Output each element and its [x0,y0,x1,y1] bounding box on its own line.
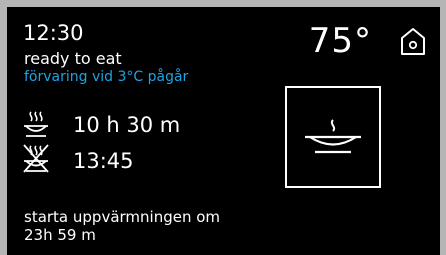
status-text: ready to eat [24,49,122,68]
clock-time: 12:30 [23,21,84,45]
end-time: 13:45 [73,149,134,173]
dish-steam-icon [21,109,51,139]
delay-start-label: starta uppvärmningen om [24,208,221,226]
oven-display-screen: 12:30 ready to eat förvaring vid 3°C påg… [7,7,440,255]
storage-status-text: förvaring vid 3°C pågår [24,69,189,85]
temperature-readout: 75° [308,21,372,61]
program-duration: 10 h 30 m [73,113,181,137]
delay-start-value: 23h 59 m [24,226,96,244]
home-button[interactable] [398,26,428,58]
keep-warm-dish-button[interactable] [285,86,381,188]
home-icon [401,28,425,55]
warm-dish-icon [305,119,361,154]
no-heating-crossed-icon [21,142,51,174]
